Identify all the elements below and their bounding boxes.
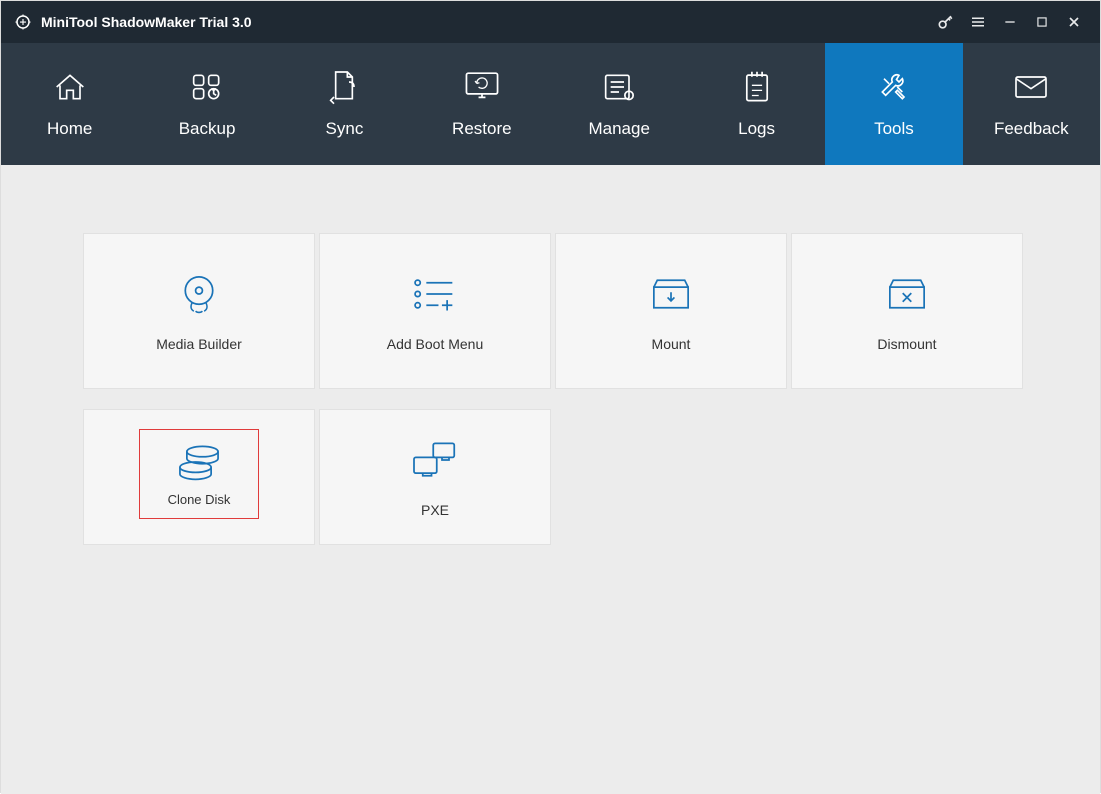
nav-label: Feedback (994, 119, 1069, 139)
tools-grid-row2: Clone Disk PXE (83, 409, 1018, 545)
card-label: Mount (652, 336, 691, 352)
nav-logs[interactable]: Logs (688, 43, 825, 165)
nav-label: Manage (588, 119, 649, 139)
restore-icon (461, 69, 503, 105)
main-nav: Home Backup Sync Restore Manage Logs T (1, 43, 1100, 165)
sync-icon (326, 69, 362, 105)
nav-sync[interactable]: Sync (276, 43, 413, 165)
backup-icon (187, 69, 227, 105)
tools-icon (874, 69, 914, 105)
nav-home[interactable]: Home (1, 43, 138, 165)
key-icon[interactable] (930, 6, 962, 38)
card-label: Dismount (877, 336, 936, 352)
nav-backup[interactable]: Backup (138, 43, 275, 165)
titlebar: MiniTool ShadowMaker Trial 3.0 (1, 1, 1100, 43)
clone-disk-card[interactable]: Clone Disk (83, 409, 315, 545)
media-builder-card[interactable]: Media Builder (83, 233, 315, 389)
nav-label: Tools (874, 119, 914, 139)
mount-card[interactable]: Mount (555, 233, 787, 389)
app-logo-icon (13, 12, 33, 32)
menu-icon[interactable] (962, 6, 994, 38)
content-area: Media Builder Add Boot Menu Mount Dismou… (1, 165, 1100, 794)
app-title: MiniTool ShadowMaker Trial 3.0 (41, 14, 252, 30)
tools-grid-row1: Media Builder Add Boot Menu Mount Dismou… (83, 233, 1018, 389)
nav-label: Sync (326, 119, 364, 139)
nav-label: Restore (452, 119, 512, 139)
box-down-icon (641, 270, 701, 318)
card-label: Clone Disk (168, 492, 231, 507)
pxe-card[interactable]: PXE (319, 409, 551, 545)
nav-label: Logs (738, 119, 775, 139)
highlight-box: Clone Disk (139, 429, 259, 519)
dismount-card[interactable]: Dismount (791, 233, 1023, 389)
nav-tools[interactable]: Tools (825, 43, 962, 165)
card-label: Media Builder (156, 336, 242, 352)
disc-icon (169, 270, 229, 318)
disk-stack-icon (169, 442, 229, 482)
minimize-button[interactable] (994, 6, 1026, 38)
card-label: Add Boot Menu (387, 336, 484, 352)
maximize-button[interactable] (1026, 6, 1058, 38)
nav-restore[interactable]: Restore (413, 43, 550, 165)
card-label: PXE (421, 502, 449, 518)
nav-feedback[interactable]: Feedback (963, 43, 1100, 165)
feedback-icon (1011, 69, 1051, 105)
manage-icon (599, 69, 639, 105)
nav-label: Home (47, 119, 92, 139)
box-x-icon (877, 270, 937, 318)
nav-label: Backup (179, 119, 236, 139)
add-boot-menu-card[interactable]: Add Boot Menu (319, 233, 551, 389)
home-icon (50, 69, 90, 105)
close-button[interactable] (1058, 6, 1090, 38)
list-plus-icon (405, 270, 465, 318)
logs-icon (740, 69, 774, 105)
nav-manage[interactable]: Manage (551, 43, 688, 165)
monitors-icon (405, 436, 465, 484)
